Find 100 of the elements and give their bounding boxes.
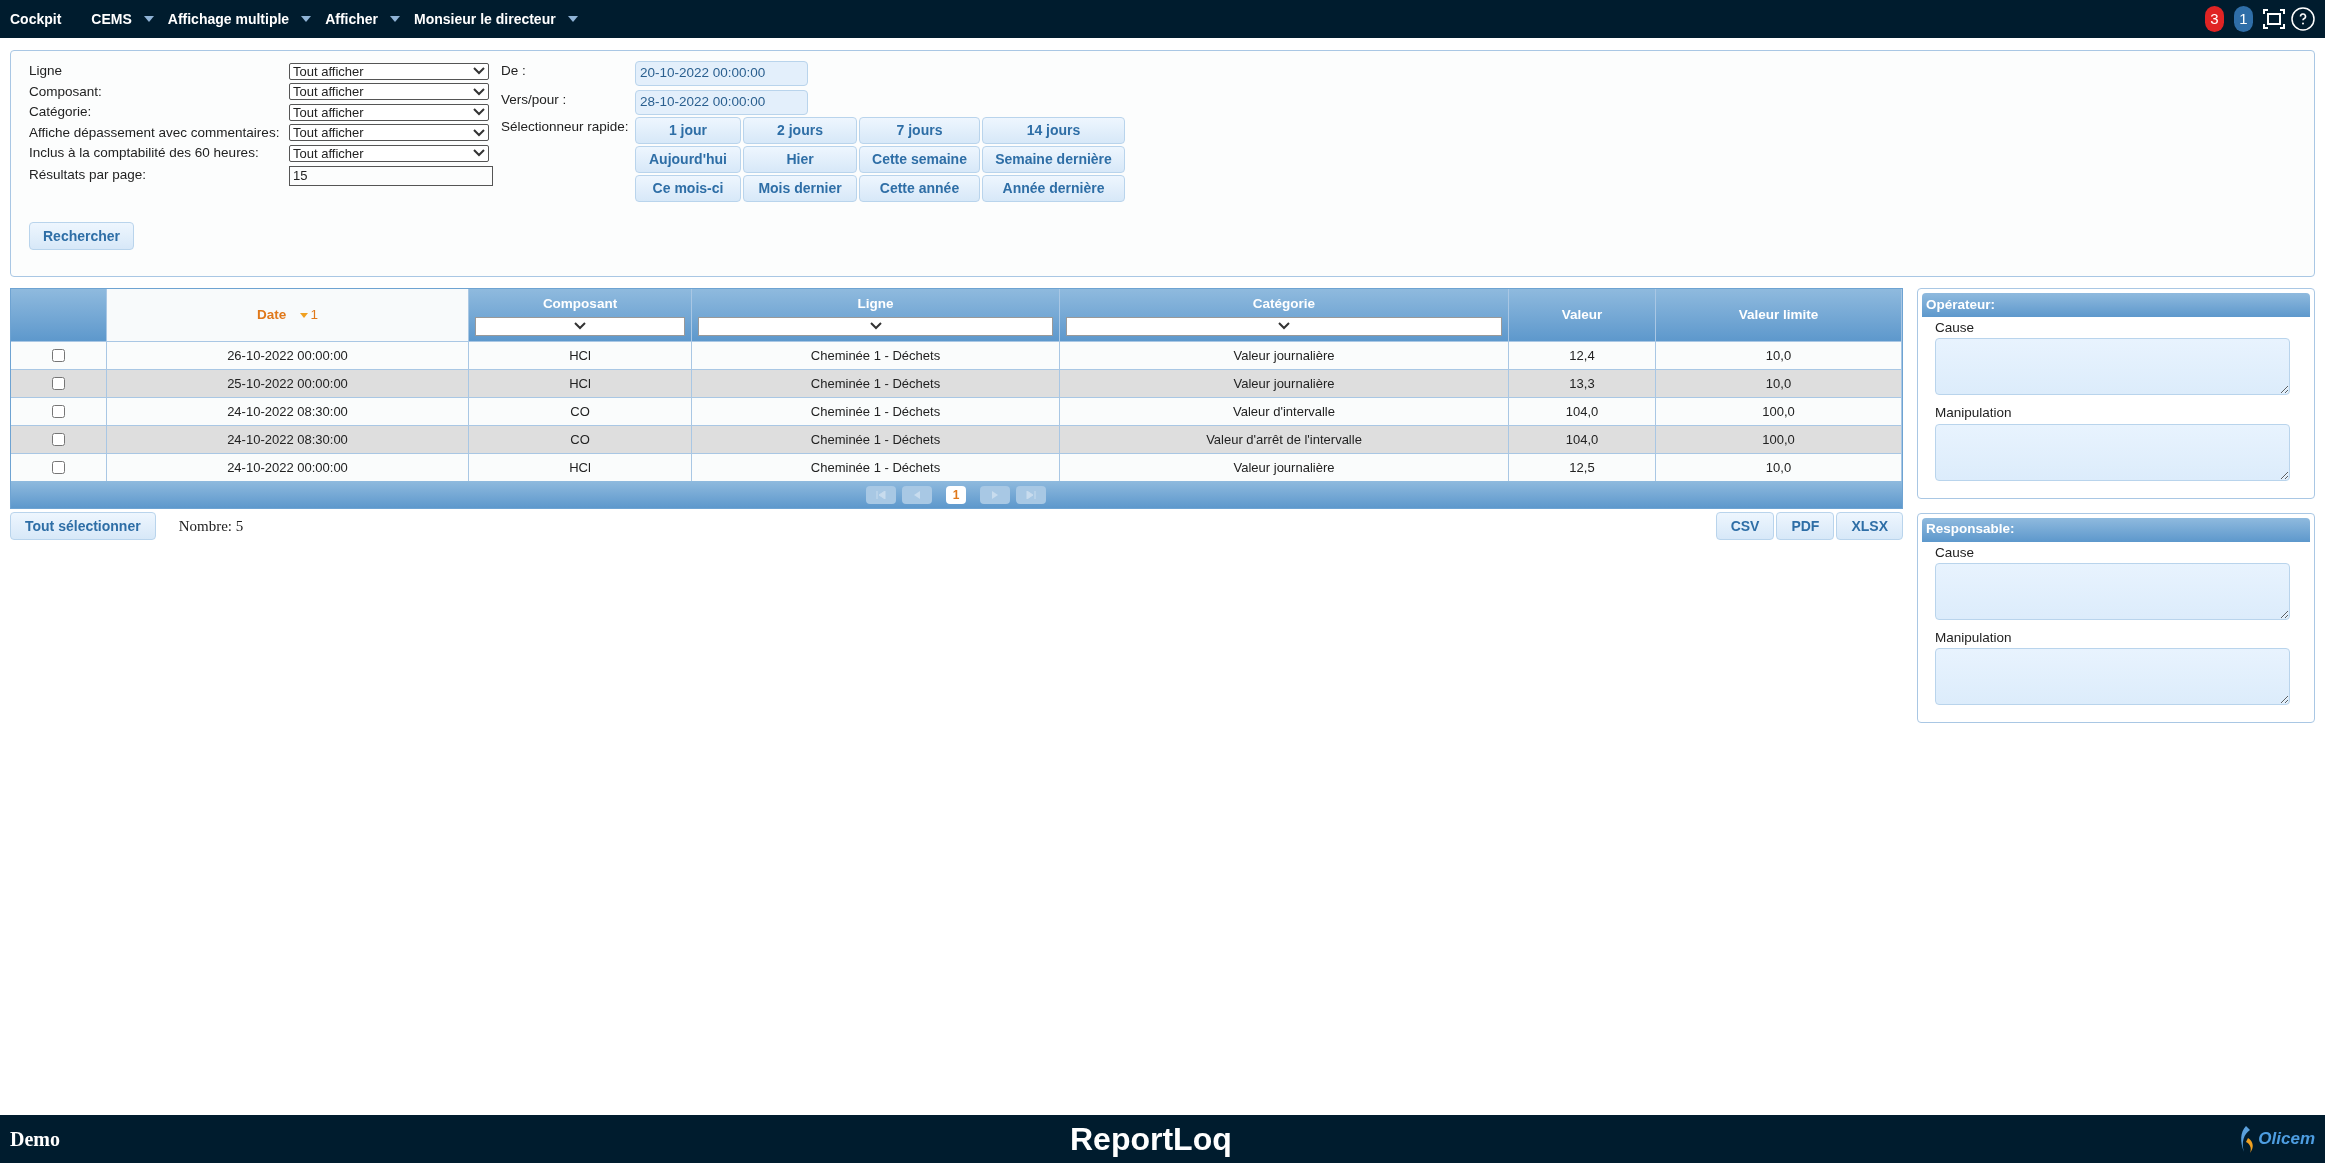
comment-field[interactable] <box>1935 423 2290 481</box>
table-cell-text: 24-10-2022 08:30:00 <box>227 402 348 421</box>
filter-select[interactable]: Tout afficher <box>289 83 489 101</box>
filter-select[interactable]: Tout afficher <box>289 103 489 121</box>
field-label: Cause <box>1935 319 1976 337</box>
notification-badge[interactable]: 1 <box>2234 6 2253 32</box>
quick-range-button[interactable]: Année dernière <box>982 175 1125 202</box>
notification-badge[interactable]: 3 <box>2205 6 2224 32</box>
nav-menu-item[interactable]: Afficher <box>325 8 379 30</box>
end-date-field[interactable]: 28-10-2022 00:00:00 <box>635 90 808 115</box>
table-cell-text: HCl <box>569 374 591 393</box>
chevron-down-icon <box>473 87 485 96</box>
filter-select[interactable]: Tout afficher <box>289 62 489 80</box>
table-cell-text: 13,3 <box>1569 374 1595 393</box>
comment-field[interactable] <box>1935 338 2290 396</box>
quick-range-button[interactable]: 2 jours <box>743 117 857 144</box>
export-button[interactable]: XLSX <box>1836 512 1903 540</box>
column-filter-select[interactable] <box>475 316 685 336</box>
next-page-icon[interactable] <box>980 485 1010 504</box>
table-cell-text: 24-10-2022 08:30:00 <box>227 430 348 449</box>
filter-select[interactable]: Tout afficher <box>289 124 489 142</box>
results-per-page-field[interactable]: 15 <box>289 165 493 186</box>
page-button[interactable]: 1 <box>946 485 966 504</box>
column-filter-select[interactable] <box>1066 316 1502 336</box>
row-checkbox[interactable] <box>52 349 65 362</box>
table-cell-text: 24-10-2022 00:00:00 <box>227 458 348 477</box>
table-cell-text: Cheminée 1 - Déchets <box>810 430 941 449</box>
row-checkbox[interactable] <box>52 377 65 390</box>
panel-title: Responsable: <box>1922 517 2310 542</box>
quick-range-button[interactable]: Ce mois-ci <box>635 175 741 202</box>
filter-select[interactable]: Tout afficher <box>289 144 489 162</box>
logo-text: Olicem <box>2258 1128 2315 1151</box>
table-cell-text: Valeur d'arrêt de l'intervalle <box>1206 430 1362 449</box>
quick-range-button[interactable]: 7 jours <box>859 117 980 144</box>
sort-index: 1 <box>310 305 318 324</box>
search-button[interactable]: Rechercher <box>29 222 135 250</box>
table-cell-text: Cheminée 1 - Déchets <box>810 402 941 421</box>
table-cell-text: 12,5 <box>1569 458 1595 477</box>
quick-range-button[interactable]: Hier <box>743 146 857 173</box>
first-page-icon[interactable] <box>866 485 896 504</box>
chevron-down-icon <box>473 128 485 137</box>
quick-range-button[interactable]: Mois dernier <box>743 175 857 202</box>
result-count: Nombre: 5 <box>178 516 244 536</box>
quick-range-button[interactable]: Aujourd'hui <box>635 146 741 173</box>
table-cell-text: 104,0 <box>1565 402 1599 421</box>
quick-range-button[interactable]: Semaine dernière <box>982 146 1125 173</box>
quick-range-button[interactable]: 14 jours <box>982 117 1125 144</box>
field-label: Manipulation <box>1935 404 2013 423</box>
filter-label: Inclus à la comptabilité des 60 heures: <box>29 144 260 163</box>
filter-label: Affiche dépassement avec commentaires: <box>29 123 281 142</box>
table-cell-text: HCl <box>569 346 591 365</box>
previous-page-icon[interactable] <box>902 485 932 504</box>
row-checkbox[interactable] <box>52 433 65 446</box>
quick-range-button[interactable]: Cette semaine <box>859 146 980 173</box>
row-checkbox[interactable] <box>52 461 65 474</box>
nav-menu-item[interactable]: CEMS <box>91 8 132 30</box>
chevron-down-icon <box>869 322 882 331</box>
field-label: Manipulation <box>1935 628 2013 647</box>
table-cell-text: 26-10-2022 00:00:00 <box>227 346 348 365</box>
comment-field[interactable] <box>1935 648 2290 705</box>
table-cell-text: Cheminée 1 - Déchets <box>810 458 941 477</box>
table-cell-text: Valeur d'intervalle <box>1233 402 1335 421</box>
column-filter-select[interactable] <box>698 316 1053 336</box>
environment-label: Demo <box>10 1127 61 1152</box>
table-cell-text: CO <box>570 402 590 421</box>
help-icon[interactable] <box>2291 7 2315 31</box>
select-all-button[interactable]: Tout sélectionner <box>10 512 156 540</box>
column-header[interactable]: Date 1 <box>107 289 469 341</box>
filter-label: Ligne <box>29 62 64 81</box>
table-cell-text: 10,0 <box>1765 374 1792 393</box>
comment-field[interactable] <box>1935 562 2290 620</box>
table-cell-text: CO <box>570 430 590 449</box>
chevron-down-icon <box>473 67 485 76</box>
last-page-icon[interactable] <box>1016 485 1046 504</box>
chevron-down-icon <box>1278 322 1290 331</box>
export-button[interactable]: CSV <box>1715 512 1775 540</box>
chevron-down-icon <box>574 322 586 331</box>
table-cell-text: 100,0 <box>1762 430 1795 449</box>
start-date-field[interactable]: 20-10-2022 00:00:00 <box>635 61 808 86</box>
table-cell-text: 12,4 <box>1569 346 1595 365</box>
table-cell-text: Valeur journalière <box>1233 346 1335 365</box>
nav-menu-item[interactable]: Cockpit <box>10 8 62 30</box>
filter-label: Composant: <box>29 82 103 101</box>
nav-menu-item[interactable]: Monsieur le directeur <box>414 8 556 30</box>
filter-label: Résultats par page: <box>29 166 148 185</box>
chevron-down-icon <box>473 149 485 158</box>
export-button[interactable]: PDF <box>1776 512 1835 540</box>
table-cell-text: 104,0 <box>1565 430 1599 449</box>
field-label: Cause <box>1935 543 1976 562</box>
quick-range-button[interactable]: Cette année <box>859 175 980 202</box>
table-cell-text: HCl <box>569 458 591 477</box>
row-checkbox[interactable] <box>52 405 65 418</box>
panel-title: Opérateur: <box>1922 293 2310 317</box>
fullscreen-icon[interactable] <box>2263 9 2285 29</box>
table-cell-text: 10,0 <box>1765 458 1792 477</box>
table-cell-text: Cheminée 1 - Déchets <box>810 374 941 393</box>
date-label: De : <box>501 62 527 80</box>
sort-arrow-icon <box>300 312 309 318</box>
quick-range-button[interactable]: 1 jour <box>635 117 741 144</box>
nav-menu-item[interactable]: Affichage multiple <box>167 8 290 30</box>
